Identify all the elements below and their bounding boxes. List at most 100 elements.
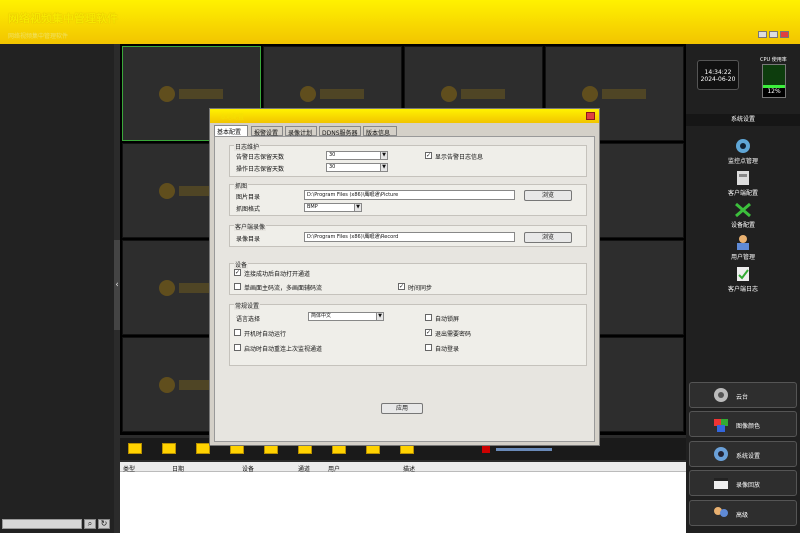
col-user: 用户 (328, 466, 341, 473)
tab-basic[interactable]: 基本配置 (214, 125, 248, 136)
search-input[interactable] (2, 519, 82, 529)
menu-label: 客户端日志 (727, 286, 758, 293)
record-browse-button[interactable]: 浏览 (524, 232, 572, 243)
image-color-button[interactable]: 图像颜色 (689, 411, 797, 437)
alarm-days-label: 告警日志保留天数 (236, 154, 285, 161)
exit-password-checkbox[interactable]: ✓ (425, 329, 432, 336)
playback-icon (714, 478, 728, 489)
cpu-value: 12% (763, 88, 785, 97)
maximize-icon[interactable] (769, 31, 778, 38)
auto-open-label: 连接成功后自动打开通道 (244, 271, 311, 278)
volume-slider[interactable] (496, 448, 552, 451)
refresh-icon[interactable]: ↻ (98, 519, 110, 529)
close-icon[interactable] (780, 31, 789, 38)
advanced-icon (714, 507, 728, 517)
menu-label: 设备配置 (730, 222, 755, 229)
alarm-days-select[interactable]: 30 ▼ (326, 151, 388, 160)
apply-button[interactable]: 应用 (381, 403, 423, 414)
menu-client-log[interactable]: 客户端日志 (686, 264, 800, 296)
dialog-title-bar[interactable]: 本地配置 (210, 109, 599, 123)
tab-version[interactable]: 版本信息 (363, 126, 397, 137)
autorun-checkbox[interactable] (234, 329, 241, 336)
single-main-checkbox[interactable] (234, 283, 241, 290)
restore-channels-label: 启动时自动重连上次监视通道 (244, 346, 323, 353)
system-settings-label: 系统设置 (736, 453, 761, 460)
language-select[interactable]: 简体中文 ▼ (308, 312, 384, 321)
ptz-label: 云台 (736, 394, 749, 401)
picture-browse-button[interactable]: 浏览 (524, 190, 572, 201)
watermark-logo-icon (440, 85, 505, 102)
chevron-down-icon: ▼ (380, 164, 387, 171)
layout-1-icon[interactable] (128, 443, 142, 454)
group-record: 客户端录像 录像目录 D:\Program Files (x86)\鹰眼通\Re… (229, 222, 587, 247)
tab-ddns[interactable]: DDNS服务器 (319, 126, 361, 137)
op-days-value: 30 (329, 164, 336, 170)
col-channel: 通道 (298, 466, 311, 473)
show-alarm-checkbox[interactable]: ✓ (425, 152, 432, 159)
auto-open-checkbox[interactable]: ✓ (234, 269, 241, 276)
col-device: 设备 (242, 466, 255, 473)
search-icon[interactable]: ⌕ (84, 519, 96, 529)
advanced-button[interactable]: 高级 (689, 500, 797, 526)
group-log: 日志维护 告警日志保留天数 30 ▼ 操作日志保留天数 30 ▼ ✓ 显示告警日志信… (229, 142, 587, 177)
user-icon (737, 235, 749, 250)
watermark-logo-icon (581, 85, 646, 102)
group-general: 常规设置 语言选择 简体中文 ▼ 自动锁屏 开机时自动运行 ✓ 退出需要密码 启动… (229, 301, 587, 366)
layout-9-icon[interactable] (196, 443, 210, 454)
auto-login-checkbox[interactable] (425, 344, 432, 351)
tab-alarm[interactable]: 报警设置 (251, 126, 283, 137)
picture-dir-input[interactable]: D:\Program Files (x86)\鹰眼通\Picture (304, 190, 515, 200)
restore-channels-checkbox[interactable] (234, 344, 241, 351)
group-device-title: 设备 (234, 260, 249, 269)
log-table-header: 类型 日期 设备 通道 用户 描述 (120, 462, 686, 473)
chevron-down-icon: ▼ (380, 152, 387, 159)
clock-date: 2024-06-20 (700, 76, 736, 83)
watermark-logo-icon (299, 85, 364, 102)
clock: 14:34:22 2024-06-20 (697, 60, 739, 90)
show-alarm-label: 显示告警日志信息 (435, 154, 484, 161)
capture-format-select[interactable]: BMP ▼ (304, 203, 362, 212)
tools-icon (735, 202, 751, 218)
menu-label: 监控点管理 (727, 158, 758, 165)
menu-camera-manage[interactable]: 监控点管理 (686, 136, 800, 168)
pc-config-icon (737, 171, 749, 185)
system-settings-button[interactable]: 系统设置 (689, 441, 797, 467)
autorun-label: 开机时自动运行 (244, 331, 287, 338)
system-settings-header: 系统设置 (686, 114, 800, 126)
group-general-title: 常规设置 (234, 301, 261, 310)
tab-record-plan[interactable]: 录像计划 (285, 126, 317, 137)
menu-device-config[interactable]: 设备配置 (686, 200, 800, 232)
volume-icon[interactable] (482, 445, 490, 453)
watermark-logo-icon (158, 85, 223, 102)
advanced-label: 高级 (736, 512, 749, 519)
record-dir-input[interactable]: D:\Program Files (x86)\鹰眼通\Record (304, 232, 515, 242)
clock-time: 14:34:22 (704, 69, 732, 76)
single-main-label: 单画面主码流，多画面辅码流 (244, 285, 323, 292)
dialog-title: 本地配置 (220, 114, 245, 121)
device-tree-panel[interactable]: ⌕ ↻ (0, 44, 114, 533)
minimize-icon[interactable] (758, 31, 767, 38)
camera-icon (736, 139, 750, 153)
chevron-down-icon: ▼ (354, 204, 361, 211)
app-title: 网络视频集中管理软件 (8, 12, 118, 25)
auto-lock-label: 自动锁屏 (435, 316, 460, 323)
time-sync-checkbox[interactable]: ✓ (398, 283, 405, 290)
op-days-label: 操作日志保留天数 (236, 166, 285, 173)
time-sync-label: 时间同步 (408, 285, 433, 292)
group-capture: 抓图 图片目录 D:\Program Files (x86)\鹰眼通\Pictu… (229, 181, 587, 216)
menu-label: 用户管理 (730, 254, 755, 261)
col-date: 日期 (172, 466, 185, 473)
op-days-select[interactable]: 30 ▼ (326, 163, 388, 172)
auto-lock-checkbox[interactable] (425, 314, 432, 321)
group-log-title: 日志维护 (234, 142, 261, 151)
col-desc: 描述 (403, 466, 416, 473)
dialog-close-icon[interactable] (586, 112, 595, 120)
menu-client-config[interactable]: 客户端配置 (686, 168, 800, 200)
menu-user-manage[interactable]: 用户管理 (686, 232, 800, 264)
layout-4-icon[interactable] (162, 443, 176, 454)
tab-panel-basic: 日志维护 告警日志保留天数 30 ▼ 操作日志保留天数 30 ▼ ✓ 显示告警日志信… (214, 136, 595, 442)
ptz-icon (714, 388, 728, 402)
ptz-button[interactable]: 云台 (689, 382, 797, 408)
playback-button[interactable]: 录像回放 (689, 470, 797, 496)
record-dir-label: 录像目录 (236, 236, 261, 243)
